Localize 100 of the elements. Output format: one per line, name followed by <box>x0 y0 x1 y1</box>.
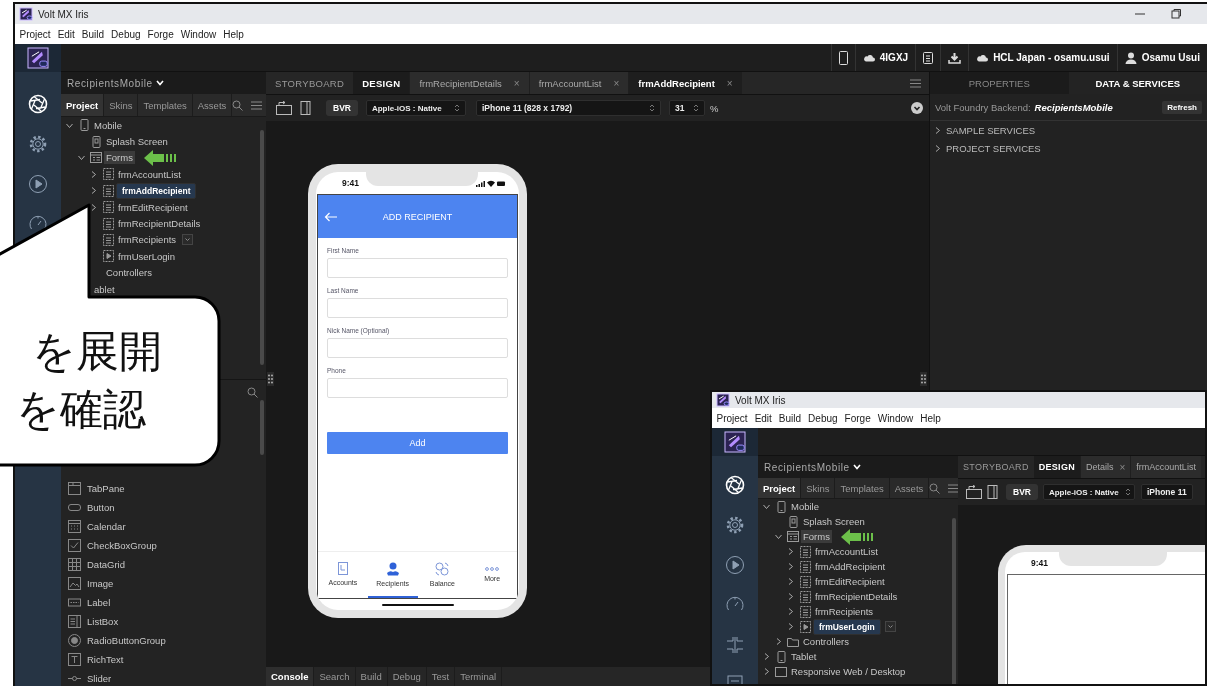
panel-tab[interactable]: Project <box>758 478 802 498</box>
console-tab[interactable]: Terminal <box>455 667 503 686</box>
bvr-button[interactable]: BVR <box>1006 484 1038 500</box>
chevron-icon[interactable] <box>786 547 795 556</box>
menu-item[interactable]: Help <box>219 28 248 40</box>
menu-icon[interactable] <box>948 483 960 493</box>
drag-handle-icon[interactable] <box>921 374 926 384</box>
widget-item[interactable]: Button <box>61 498 266 517</box>
chevron-icon[interactable] <box>786 607 795 616</box>
tree-item[interactable]: Forms <box>104 151 135 165</box>
device-select[interactable]: iPhone 11 (828 x 1792) <box>475 100 661 116</box>
console-tab[interactable]: Debug <box>387 667 427 686</box>
chevron-icon[interactable] <box>774 637 783 646</box>
mode-tab[interactable]: DESIGN <box>1033 456 1080 478</box>
phone-outline-icon[interactable] <box>987 485 999 499</box>
search-icon[interactable] <box>247 386 258 398</box>
widget-item[interactable]: ListBox <box>61 612 266 631</box>
tree-item[interactable]: Controllers <box>104 266 154 280</box>
gear-icon[interactable] <box>28 134 48 154</box>
scrollbar[interactable] <box>260 130 264 365</box>
console-tab[interactable]: Search <box>314 667 356 686</box>
maximize-icon[interactable] <box>1171 9 1181 19</box>
cloud-account-button[interactable]: HCL Japan - osamu.usui <box>968 44 1117 71</box>
text-field[interactable] <box>327 258 508 278</box>
tree-item[interactable]: frmUserLogin <box>813 618 881 635</box>
platform-select[interactable]: Apple-iOS : Native <box>365 100 466 116</box>
tree-item[interactable]: Controllers <box>801 635 851 648</box>
service-group[interactable]: SAMPLE SERVICES <box>930 121 1207 139</box>
chevron-icon[interactable] <box>933 143 942 153</box>
menu-item[interactable]: Edit <box>54 28 79 40</box>
tree-item[interactable]: frmAddRecipient <box>813 560 888 573</box>
menu-item[interactable]: Build <box>78 28 108 40</box>
widget-item[interactable]: Image <box>61 574 266 593</box>
tree-item[interactable]: frmRecipientDetails <box>116 217 203 231</box>
widget-item[interactable]: DataGrid <box>61 555 266 574</box>
menu-item[interactable]: Window <box>874 412 917 424</box>
play-icon[interactable] <box>725 555 745 575</box>
mode-tab[interactable]: STORYBOARD <box>266 72 354 94</box>
tree-item[interactable]: frmRecipients <box>116 233 179 247</box>
chevron-icon[interactable] <box>786 622 795 631</box>
phone-outline-icon[interactable] <box>300 101 312 115</box>
file-tab[interactable]: frmAccountList × <box>528 72 629 94</box>
menu-item[interactable]: Debug <box>107 28 145 40</box>
panel-tab[interactable]: Skins <box>801 478 836 498</box>
menu-item[interactable]: Window <box>177 28 220 40</box>
tree-item[interactable]: frmUserLogin <box>116 249 178 263</box>
bvr-button[interactable]: BVR <box>326 100 358 116</box>
tree-item[interactable]: frmEditRecipient <box>813 575 887 588</box>
tree-item[interactable]: frmAccountList <box>116 167 183 181</box>
chevron-icon[interactable] <box>89 186 98 196</box>
menu-item[interactable]: Project <box>16 28 55 40</box>
screen-frame-icon[interactable] <box>966 485 982 499</box>
search-icon[interactable] <box>929 482 941 494</box>
tree-item[interactable]: ablet <box>92 282 117 296</box>
tree-item[interactable]: frmAddRecipient <box>116 182 197 199</box>
widget-item[interactable]: Slider <box>61 669 266 686</box>
chevron-icon[interactable] <box>786 562 795 571</box>
widget-item[interactable]: RadioButtonGroup <box>61 631 266 650</box>
refresh-button[interactable]: Refresh <box>1162 100 1202 114</box>
chevron-icon[interactable] <box>933 125 942 135</box>
menu-item[interactable]: Forge <box>144 28 178 40</box>
close-button[interactable]: × <box>513 77 520 89</box>
widget-item[interactable]: TabPane <box>61 479 266 498</box>
tree-item[interactable]: Tablet <box>789 650 819 663</box>
chevron-icon[interactable] <box>762 667 771 676</box>
console-tab[interactable]: Test <box>426 667 456 686</box>
chevron-icon[interactable] <box>762 502 771 511</box>
close-button[interactable]: × <box>1119 461 1126 473</box>
close-button[interactable]: × <box>613 77 620 89</box>
chevron-icon[interactable] <box>89 202 98 212</box>
text-field[interactable] <box>327 338 508 358</box>
widget-item[interactable]: RichText <box>61 650 266 669</box>
platform-select[interactable]: Apple-iOS : Native <box>1042 484 1135 500</box>
menu-item[interactable]: Build <box>775 412 805 424</box>
zoom-input[interactable]: 31 <box>668 100 705 116</box>
chevron-down-icon[interactable] <box>911 102 923 114</box>
panel-tab[interactable]: Project <box>61 94 105 116</box>
text-field[interactable] <box>327 298 508 318</box>
service-group[interactable]: PROJECT SERVICES <box>930 139 1207 157</box>
menu-icon[interactable] <box>251 100 263 110</box>
widget-item[interactable]: Label <box>61 593 266 612</box>
menu-item[interactable]: Forge <box>841 412 875 424</box>
scrollbar[interactable] <box>952 518 956 684</box>
mode-tab[interactable]: STORYBOARD <box>958 456 1034 478</box>
file-tab[interactable]: Details × <box>1080 456 1131 478</box>
tree-item[interactable]: Forms <box>801 530 832 543</box>
aperture-icon[interactable] <box>725 475 745 495</box>
tree-item[interactable]: Splash Screen <box>104 135 170 149</box>
dropdown-icon[interactable] <box>884 621 896 632</box>
panel-tab[interactable]: Assets <box>192 94 233 116</box>
tree-item[interactable]: Mobile <box>92 118 124 132</box>
aperture-icon[interactable] <box>28 94 48 114</box>
device-select[interactable]: iPhone 11 <box>1140 484 1193 500</box>
add-button[interactable]: Add <box>327 432 508 454</box>
tree-item[interactable]: Responsive Web / Desktop <box>789 665 908 678</box>
play-icon[interactable] <box>28 174 48 194</box>
screen-frame-icon[interactable] <box>276 101 292 115</box>
chevron-icon[interactable] <box>786 577 795 586</box>
close-button[interactable]: × <box>726 77 733 89</box>
back-arrow-icon[interactable] <box>324 211 338 222</box>
